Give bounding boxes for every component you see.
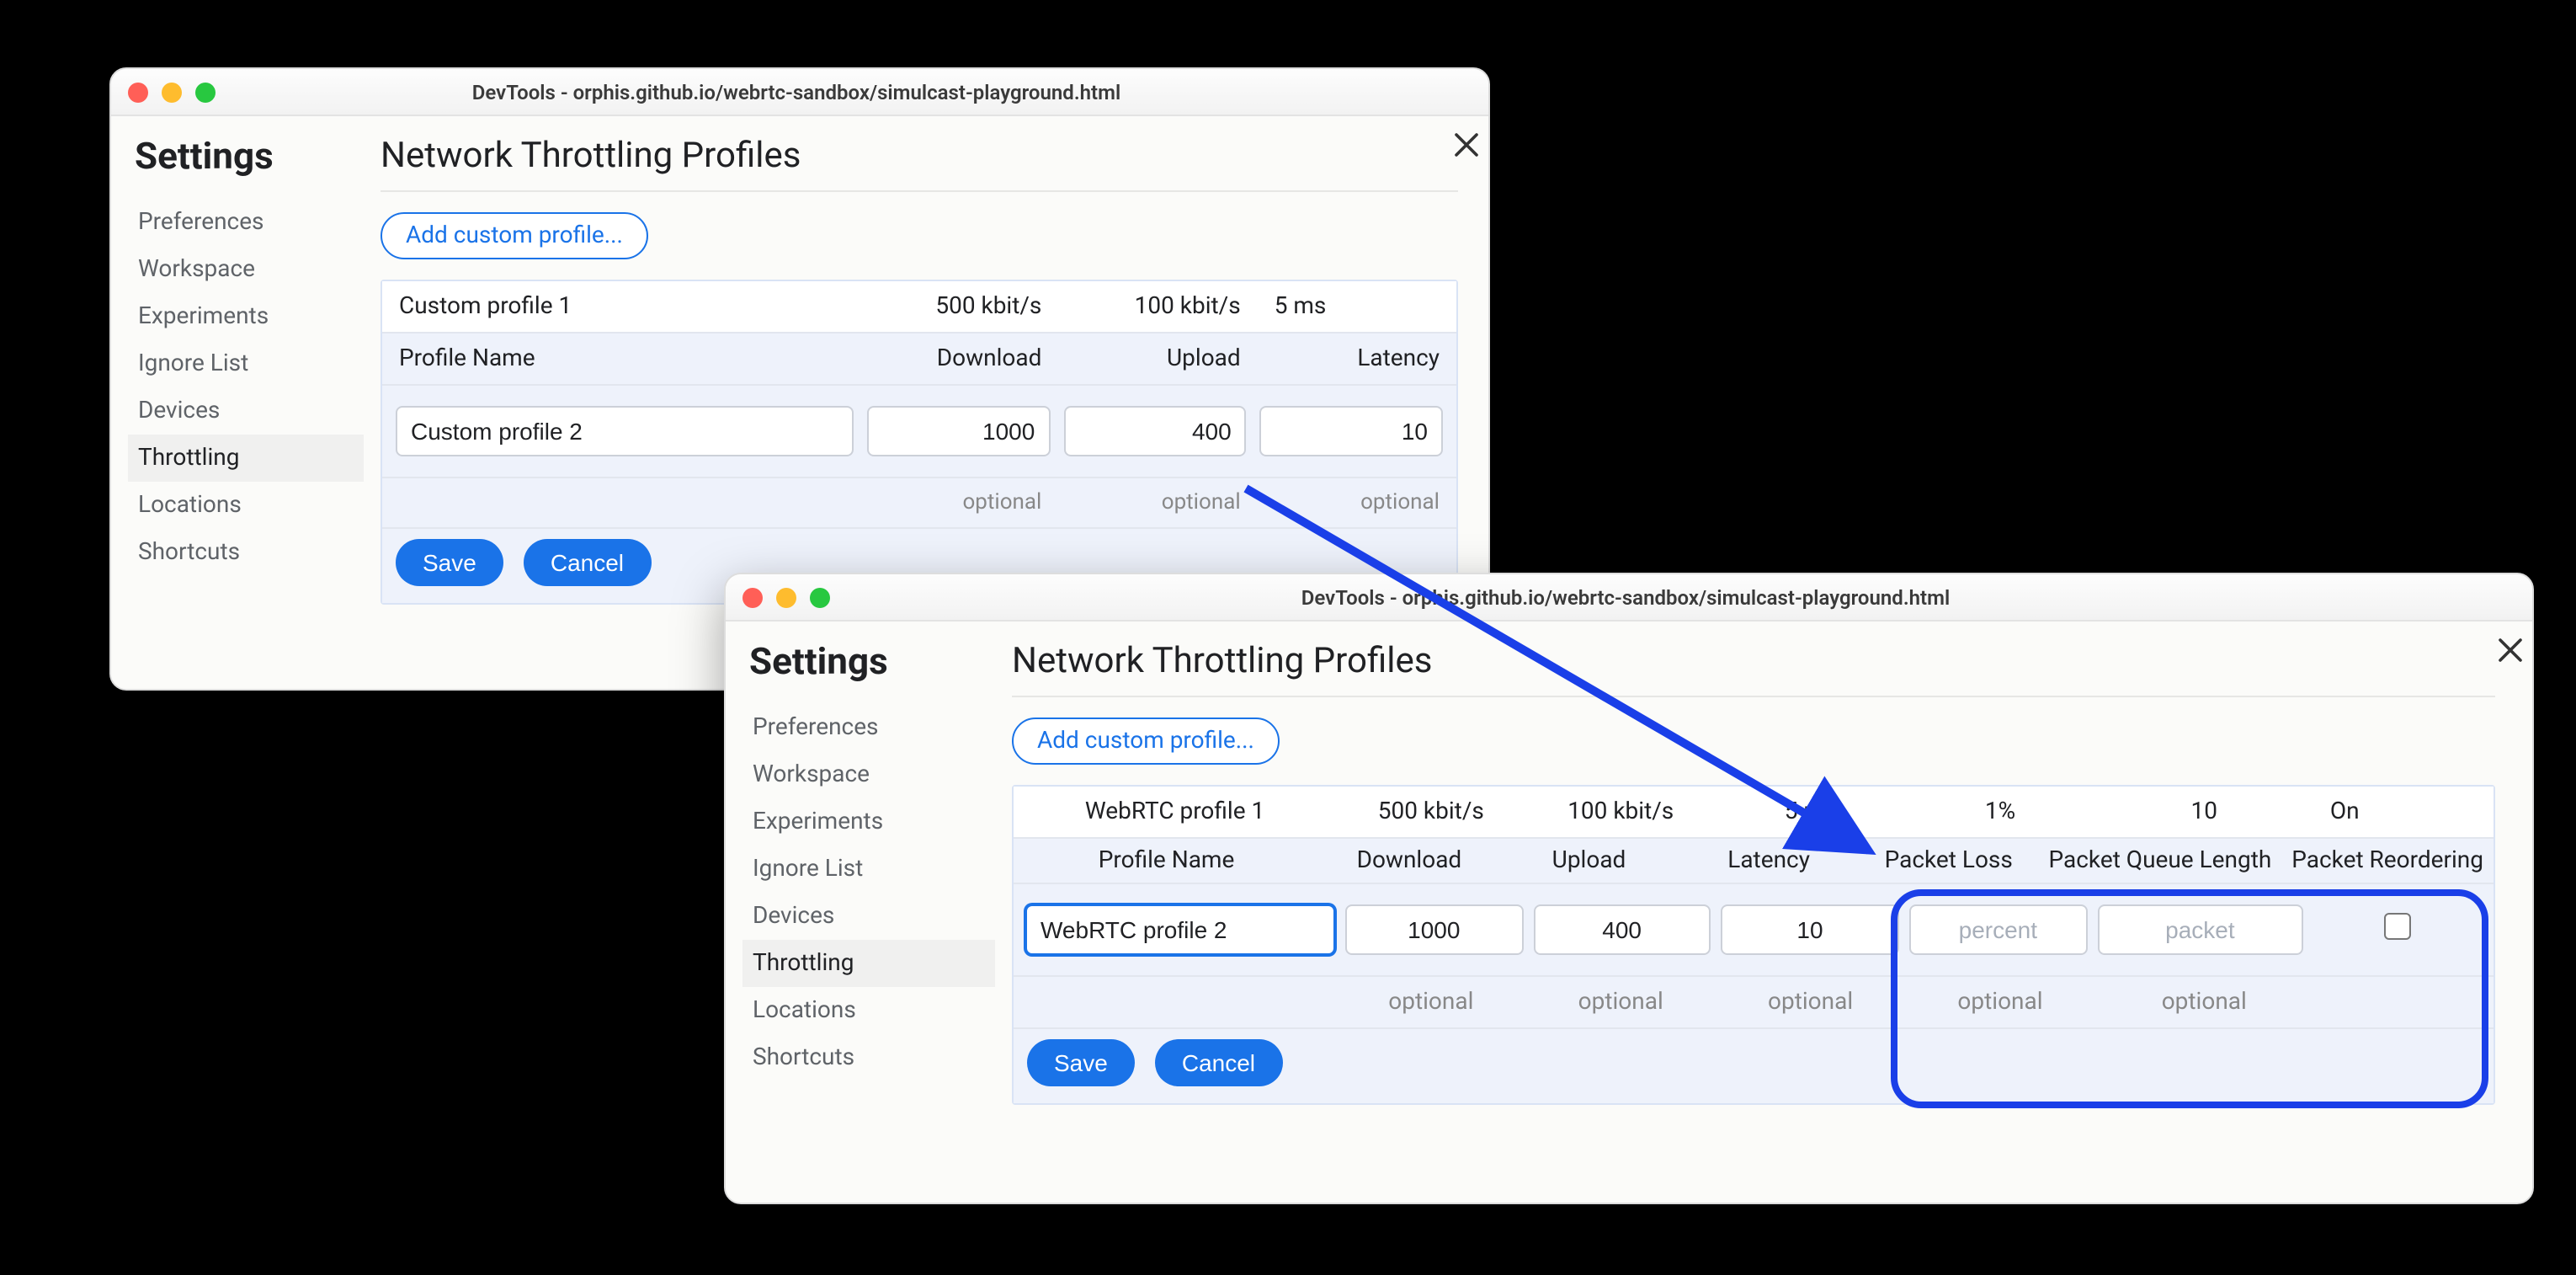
profile-latency-cell: 5 ms xyxy=(1716,787,1905,837)
sidebar-item-devices[interactable]: Devices xyxy=(128,387,364,435)
header-download: Download xyxy=(860,333,1058,384)
traffic-light-minimize-icon[interactable] xyxy=(776,587,796,607)
sidebar-item-preferences[interactable]: Preferences xyxy=(128,199,364,246)
profile-reordering-cell: On xyxy=(2313,787,2494,837)
hint-packet-loss: optional xyxy=(1905,977,2094,1027)
header-packet-queue: Packet Queue Length xyxy=(2039,839,2282,883)
latency-input[interactable] xyxy=(1721,904,1898,955)
packet-queue-input[interactable] xyxy=(2097,904,2303,955)
sidebar-item-locations[interactable]: Locations xyxy=(128,482,364,529)
hint-latency: optional xyxy=(1258,478,1456,527)
hint-latency: optional xyxy=(1716,977,1905,1027)
download-input[interactable] xyxy=(1345,904,1523,955)
edit-row xyxy=(382,386,1456,478)
sidebar-item-shortcuts[interactable]: Shortcuts xyxy=(128,529,364,576)
profile-name-input[interactable] xyxy=(396,406,854,456)
profile-upload-cell: 100 kbit/s xyxy=(1058,281,1257,332)
close-icon[interactable] xyxy=(2488,628,2532,672)
hints-row: optional optional optional optional opti… xyxy=(1014,977,2494,1029)
edit-row xyxy=(1014,884,2494,977)
profile-name-input[interactable] xyxy=(1025,904,1335,955)
save-button[interactable]: Save xyxy=(396,539,503,586)
cancel-button[interactable]: Cancel xyxy=(1155,1039,1282,1086)
edit-buttons-row: Save Cancel xyxy=(1014,1029,2494,1103)
devtools-window-after: DevTools - orphis.github.io/webrtc-sandb… xyxy=(724,573,2534,1204)
latency-input[interactable] xyxy=(1260,406,1443,456)
profile-name-cell: WebRTC profile 1 xyxy=(1014,787,1336,837)
traffic-light-zoom-icon[interactable] xyxy=(810,587,830,607)
cancel-button[interactable]: Cancel xyxy=(524,539,651,586)
profile-packet-loss-cell: 1% xyxy=(1905,787,2094,837)
header-packet-loss: Packet Loss xyxy=(1859,839,2039,883)
traffic-light-zoom-icon[interactable] xyxy=(195,82,216,102)
settings-sidebar: Settings Preferences Workspace Experimen… xyxy=(111,116,364,689)
sidebar-item-workspace[interactable]: Workspace xyxy=(742,751,995,798)
profiles-table: Custom profile 1 500 kbit/s 100 kbit/s 5… xyxy=(381,280,1458,605)
hints-row: optional optional optional xyxy=(382,478,1456,529)
upload-input[interactable] xyxy=(1063,406,1246,456)
header-upload: Upload xyxy=(1499,839,1679,883)
settings-main: Network Throttling Profiles Add custom p… xyxy=(995,621,2532,1203)
header-download: Download xyxy=(1319,839,1499,883)
sidebar-item-ignore-list[interactable]: Ignore List xyxy=(128,340,364,387)
traffic-light-minimize-icon[interactable] xyxy=(162,82,182,102)
window-title: DevTools - orphis.github.io/webrtc-sandb… xyxy=(844,585,2408,609)
window-title: DevTools - orphis.github.io/webrtc-sandb… xyxy=(229,80,1364,104)
settings-heading: Settings xyxy=(128,136,364,179)
table-header-row: Profile Name Download Upload Latency xyxy=(382,333,1456,386)
sidebar-item-shortcuts[interactable]: Shortcuts xyxy=(742,1034,995,1081)
packet-reordering-checkbox[interactable] xyxy=(2384,913,2411,940)
profile-download-cell: 500 kbit/s xyxy=(1336,787,1525,837)
profile-latency-cell: 5 ms xyxy=(1258,281,1456,332)
profile-upload-cell: 100 kbit/s xyxy=(1526,787,1716,837)
traffic-light-close-icon[interactable] xyxy=(128,82,148,102)
header-profile-name: Profile Name xyxy=(1014,839,1319,883)
header-packet-reordering: Packet Reordering xyxy=(2281,839,2494,883)
packet-loss-input[interactable] xyxy=(1909,904,2087,955)
titlebar: DevTools - orphis.github.io/webrtc-sandb… xyxy=(111,69,1488,116)
hint-download: optional xyxy=(1336,977,1525,1027)
sidebar-item-preferences[interactable]: Preferences xyxy=(742,704,995,751)
header-profile-name: Profile Name xyxy=(382,333,860,384)
profiles-table: WebRTC profile 1 500 kbit/s 100 kbit/s 5… xyxy=(1012,785,2495,1105)
profile-download-cell: 500 kbit/s xyxy=(860,281,1058,332)
close-icon[interactable] xyxy=(1445,123,1488,167)
sidebar-item-throttling[interactable]: Throttling xyxy=(128,435,364,482)
header-latency: Latency xyxy=(1679,839,1859,883)
add-custom-profile-button[interactable]: Add custom profile... xyxy=(381,212,648,259)
hint-download: optional xyxy=(860,478,1058,527)
page-title: Network Throttling Profiles xyxy=(1012,642,2495,682)
hint-upload: optional xyxy=(1526,977,1716,1027)
profile-name-cell: Custom profile 1 xyxy=(382,281,860,332)
hint-upload: optional xyxy=(1058,478,1257,527)
page-title: Network Throttling Profiles xyxy=(381,136,1458,177)
save-button[interactable]: Save xyxy=(1027,1039,1135,1086)
header-upload: Upload xyxy=(1058,333,1257,384)
profile-row[interactable]: Custom profile 1 500 kbit/s 100 kbit/s 5… xyxy=(382,281,1456,333)
sidebar-item-devices[interactable]: Devices xyxy=(742,893,995,940)
settings-sidebar: Settings Preferences Workspace Experimen… xyxy=(726,621,995,1203)
sidebar-item-workspace[interactable]: Workspace xyxy=(128,246,364,293)
sidebar-item-locations[interactable]: Locations xyxy=(742,987,995,1034)
sidebar-item-experiments[interactable]: Experiments xyxy=(742,798,995,846)
table-header-row: Profile Name Download Upload Latency Pac… xyxy=(1014,839,2494,884)
settings-heading: Settings xyxy=(742,642,995,684)
header-latency: Latency xyxy=(1258,333,1456,384)
add-custom-profile-button[interactable]: Add custom profile... xyxy=(1012,718,1280,765)
sidebar-item-experiments[interactable]: Experiments xyxy=(128,293,364,340)
hint-packet-queue: optional xyxy=(2095,977,2313,1027)
traffic-light-close-icon[interactable] xyxy=(742,587,763,607)
download-input[interactable] xyxy=(867,406,1050,456)
profile-packet-queue-cell: 10 xyxy=(2095,787,2313,837)
profile-row[interactable]: WebRTC profile 1 500 kbit/s 100 kbit/s 5… xyxy=(1014,787,2494,839)
upload-input[interactable] xyxy=(1533,904,1711,955)
titlebar: DevTools - orphis.github.io/webrtc-sandb… xyxy=(726,574,2532,621)
sidebar-item-throttling[interactable]: Throttling xyxy=(742,940,995,987)
sidebar-item-ignore-list[interactable]: Ignore List xyxy=(742,846,995,893)
